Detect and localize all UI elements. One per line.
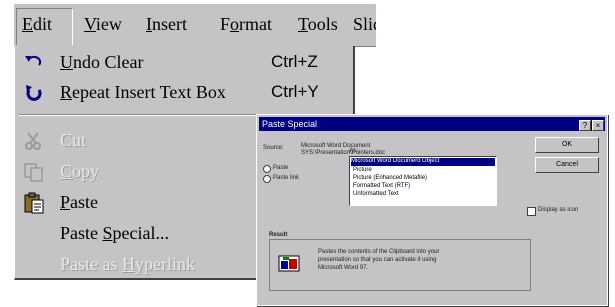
paste-special-dialog: Paste Special ? × Source: Microsoft Word…	[256, 114, 608, 306]
menu-format[interactable]: Format	[220, 14, 272, 35]
result-description-line-2: presentation so that you can activate it…	[318, 257, 437, 263]
repeat-icon	[23, 82, 45, 104]
list-item[interactable]: Picture	[353, 167, 372, 173]
result-group: Pastes the contents of the Clipboard int…	[269, 239, 531, 291]
list-item[interactable]: Formatted Text (RTF)	[353, 183, 410, 189]
menu-item-repeat[interactable]: Repeat Insert Text Box Ctrl+Y	[15, 78, 353, 108]
close-icon[interactable]: ×	[592, 120, 604, 131]
shortcut-undo: Ctrl+Z	[271, 52, 318, 71]
undo-icon	[23, 52, 45, 74]
paste-radio[interactable]	[263, 165, 271, 173]
paste-result-icon	[278, 252, 300, 274]
result-label: Result	[269, 232, 288, 238]
list-item[interactable]: Microsoft Word Document Object	[351, 158, 495, 166]
menu-insert[interactable]: Insert	[146, 14, 187, 35]
paste-radio-label: Paste	[273, 165, 289, 171]
menu-tools[interactable]: Tools	[298, 14, 338, 35]
cancel-button[interactable]: Cancel	[535, 157, 599, 173]
clipboard-icon	[23, 192, 45, 214]
dialog-title: Paste Special	[262, 119, 318, 129]
list-item[interactable]: Picture (Enhanced Metafile)	[353, 175, 427, 181]
menu-item-undo[interactable]: Undo Clear Ctrl+Z	[15, 48, 353, 78]
source-label: Source:	[263, 145, 284, 151]
paste-link-radio-label: Paste link	[273, 175, 300, 181]
result-description-line-1: Pastes the contents of the Clipboard int…	[318, 249, 440, 255]
shortcut-repeat: Ctrl+Y	[271, 82, 319, 101]
scissors-icon	[23, 130, 45, 152]
list-item[interactable]: Unformatted Text	[353, 191, 399, 197]
menu-view[interactable]: View	[84, 14, 122, 35]
menu-slide-show[interactable]: Slid	[353, 14, 376, 35]
paste-link-radio[interactable]	[263, 175, 271, 183]
copy-icon	[23, 161, 45, 183]
display-as-icon-label: Display as icon	[538, 207, 579, 213]
dialog-titlebar: Paste Special ? ×	[259, 117, 605, 131]
display-as-icon-checkbox[interactable]	[527, 207, 536, 216]
menu-bar: Edit View Insert Format Tools Slid	[14, 4, 376, 47]
help-icon[interactable]: ?	[579, 120, 591, 131]
result-description-line-3: Microsoft Word 97.	[318, 265, 369, 271]
menu-edit[interactable]: Edit	[22, 14, 52, 35]
ok-button[interactable]: OK	[535, 137, 599, 153]
source-line-1: Microsoft Word Document	[301, 143, 371, 149]
as-label: As:	[349, 148, 358, 154]
as-listbox[interactable]: Microsoft Word Document Object Picture P…	[349, 156, 497, 206]
